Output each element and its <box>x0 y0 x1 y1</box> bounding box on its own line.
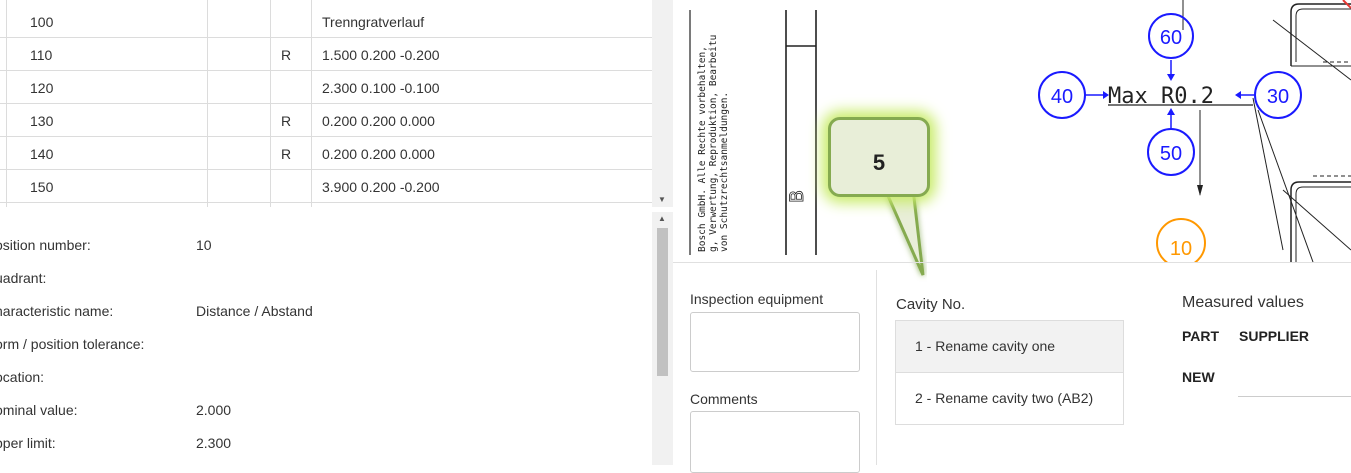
balloon-50-label: 50 <box>1160 143 1182 165</box>
row-number: 110 <box>30 47 53 63</box>
balloon-10-label: 10 <box>1170 238 1192 260</box>
table-row[interactable]: 120 2.300 0.100 -0.100 <box>0 71 652 104</box>
row-value: 0.200 0.200 0.000 <box>322 146 435 162</box>
step-callout: 5 <box>828 117 930 197</box>
row-number: 120 <box>30 80 54 96</box>
detail-label: ocation: <box>0 369 45 385</box>
cavity-option-label: 1 - Rename cavity one <box>915 338 1056 354</box>
scroll-down-arrow-icon[interactable]: ▼ <box>658 195 666 204</box>
balloon-60-label: 60 <box>1160 27 1182 49</box>
row-flag: R <box>281 113 292 129</box>
cavity-label: Cavity No. <box>896 296 966 313</box>
comments-field[interactable] <box>690 411 860 473</box>
detail-label: ominal value: <box>0 402 78 418</box>
balloon-30-label: 30 <box>1267 86 1289 108</box>
inspection-equipment-field[interactable] <box>690 312 860 372</box>
table-row[interactable]: 110 R 1.500 0.200 -0.200 <box>0 38 652 71</box>
panel-divider <box>876 270 877 465</box>
table-scrollbar[interactable] <box>652 0 673 207</box>
row-number: 150 <box>30 179 54 195</box>
cavity-option-label: 2 - Rename cavity two (AB2) <box>915 390 1094 406</box>
detail-label: pper limit: <box>0 435 56 451</box>
detail-value: 2.300 <box>196 435 232 451</box>
copyright-text: Bosch GmbH. Alle Rechte vorbehalten, <box>697 46 708 252</box>
comments-label: Comments <box>690 391 758 407</box>
supplier-header: SUPPLIER <box>1239 328 1310 344</box>
cavity-option-selected[interactable]: 1 - Rename cavity one <box>895 320 1124 373</box>
characteristics-table: 100 Trenngratverlauf 110 R 1.500 0.200 -… <box>0 0 652 207</box>
table-row[interactable]: 100 Trenngratverlauf <box>0 5 652 38</box>
new-value-input[interactable] <box>1238 396 1351 397</box>
row-value: 3.900 0.200 -0.200 <box>322 179 440 195</box>
detail-label: uadrant: <box>0 270 47 286</box>
detail-value: 2.000 <box>196 402 232 418</box>
balloon-40-label: 40 <box>1051 86 1073 108</box>
row-value: 1.500 0.200 -0.200 <box>322 47 440 63</box>
scroll-up-arrow-icon[interactable]: ▲ <box>658 214 666 223</box>
row-number: 130 <box>30 113 54 129</box>
detail-value: Distance / Abstand <box>196 303 313 319</box>
row-number: 100 <box>30 14 54 30</box>
grid-letter: B <box>786 190 808 203</box>
row-value: 2.300 0.100 -0.100 <box>322 80 440 96</box>
detail-label: osition number: <box>0 237 91 253</box>
technical-drawing[interactable]: Bosch GmbH. Alle Rechte vorbehalten, g, … <box>673 0 1351 262</box>
detail-value: 10 <box>196 237 212 253</box>
row-number: 140 <box>30 146 54 162</box>
inspection-equipment-label: Inspection equipment <box>690 291 824 307</box>
cavity-option[interactable]: 2 - Rename cavity two (AB2) <box>895 372 1124 425</box>
characteristic-details: osition number: 10 uadrant: haracteristi… <box>0 212 652 465</box>
copyright-text: g, Verwertung, Reproduktion, Bearbeitu <box>708 35 719 252</box>
measured-values-label: Measured values <box>1182 294 1304 311</box>
row-value: 0.200 0.200 0.000 <box>322 113 435 129</box>
new-label: NEW <box>1182 369 1215 385</box>
detail-label: haracteristic name: <box>0 303 114 319</box>
row-flag: R <box>281 146 292 162</box>
table-row[interactable]: 150 3.900 0.200 -0.200 <box>0 170 652 203</box>
part-header: PART <box>1182 328 1220 344</box>
copyright-text: von Schutzrechtsanmeldungen. <box>719 92 730 252</box>
dimension-text: Max R0.2 <box>1108 84 1214 109</box>
detail-label: orm / position tolerance: <box>0 336 145 352</box>
row-flag: R <box>281 47 292 63</box>
table-row[interactable]: 140 R 0.200 0.200 0.000 <box>0 137 652 170</box>
table-row[interactable]: 130 R 0.200 0.200 0.000 <box>0 104 652 137</box>
drawing-canvas: Bosch GmbH. Alle Rechte vorbehalten, g, … <box>689 0 1351 262</box>
scrollbar-thumb[interactable] <box>657 228 668 376</box>
row-value: Trenngratverlauf <box>322 14 425 30</box>
